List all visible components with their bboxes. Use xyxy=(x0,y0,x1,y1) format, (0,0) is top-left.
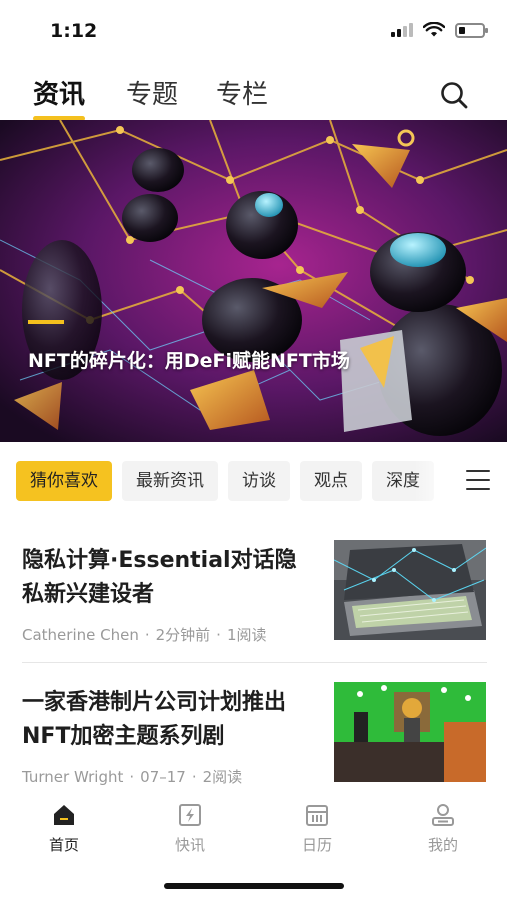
article-meta: Turner Wright · 07–17 · 2阅读 xyxy=(22,768,243,786)
nav-calendar-label: 日历 xyxy=(301,836,332,854)
article-reads: 1阅读 xyxy=(226,626,267,644)
battery-icon xyxy=(455,22,488,38)
bottom-navigation: 首页 快讯 日历 我的 xyxy=(0,792,507,864)
article-title: 隐私计算·Essential对话隐私新兴建设者 xyxy=(22,548,297,607)
hero-banner[interactable]: NFT的碎片化：用DeFi赋能NFT市场 xyxy=(0,120,507,442)
nav-calendar[interactable]: 日历 xyxy=(277,802,357,855)
article-divider xyxy=(22,662,487,663)
nav-profile-label: 我的 xyxy=(427,836,458,854)
category-chip-list: 猜你喜欢 最新资讯 访谈 观点 深度 xyxy=(16,461,454,501)
calendar-icon xyxy=(306,805,328,826)
article-time: 07–17 xyxy=(140,768,186,786)
article-time: 2分钟前 xyxy=(155,626,211,644)
status-icons xyxy=(391,22,488,38)
article-author: Turner Wright xyxy=(22,768,124,786)
wifi-icon xyxy=(423,22,445,37)
status-bar: 1:12 xyxy=(0,0,507,62)
article-meta: Catherine Chen · 2分钟前 · 1阅读 xyxy=(22,626,267,644)
chip-interview[interactable]: 访谈 xyxy=(228,461,290,501)
article-title: 一家香港制片公司计划推出NFT加密主题系列剧 xyxy=(22,690,287,749)
tab-topics-label: 专题 xyxy=(126,80,179,110)
hero-title-accent xyxy=(28,320,64,324)
profile-icon xyxy=(432,804,454,826)
tab-topics[interactable]: 专题 xyxy=(126,74,178,111)
cellular-signal-icon xyxy=(391,23,413,37)
nav-profile[interactable]: 我的 xyxy=(403,802,483,855)
tab-columns[interactable]: 专栏 xyxy=(216,74,268,111)
nav-flash-news[interactable]: 快讯 xyxy=(150,802,230,855)
home-indicator[interactable] xyxy=(164,883,344,889)
menu-icon[interactable] xyxy=(466,470,492,492)
flash-news-icon xyxy=(179,804,201,826)
nav-home[interactable]: 首页 xyxy=(24,802,104,855)
home-icon xyxy=(54,805,74,825)
hero-illustration xyxy=(0,120,507,442)
chip-recommended[interactable]: 猜你喜欢 xyxy=(16,461,112,501)
nav-flash-news-label: 快讯 xyxy=(174,836,205,854)
tab-news-label: 资讯 xyxy=(33,80,86,110)
chip-fade-overlay xyxy=(414,461,454,501)
article-author: Catherine Chen xyxy=(22,626,139,644)
chip-latest-news[interactable]: 最新资讯 xyxy=(122,461,218,501)
category-bar: 猜你喜欢 最新资讯 访谈 观点 深度 xyxy=(0,458,507,506)
tab-columns-label: 专栏 xyxy=(216,80,269,110)
hero-title: NFT的碎片化：用DeFi赋能NFT市场 xyxy=(28,350,350,372)
article-reads: 2阅读 xyxy=(202,768,243,786)
search-icon[interactable] xyxy=(439,80,469,110)
tab-news[interactable]: 资讯 xyxy=(33,74,86,121)
article-thumbnail xyxy=(334,540,486,640)
nav-home-label: 首页 xyxy=(48,836,79,854)
article-thumbnail xyxy=(334,682,486,782)
status-time: 1:12 xyxy=(50,20,98,42)
top-tab-bar: 资讯 专题 专栏 xyxy=(0,66,507,121)
chip-opinion[interactable]: 观点 xyxy=(300,461,362,501)
